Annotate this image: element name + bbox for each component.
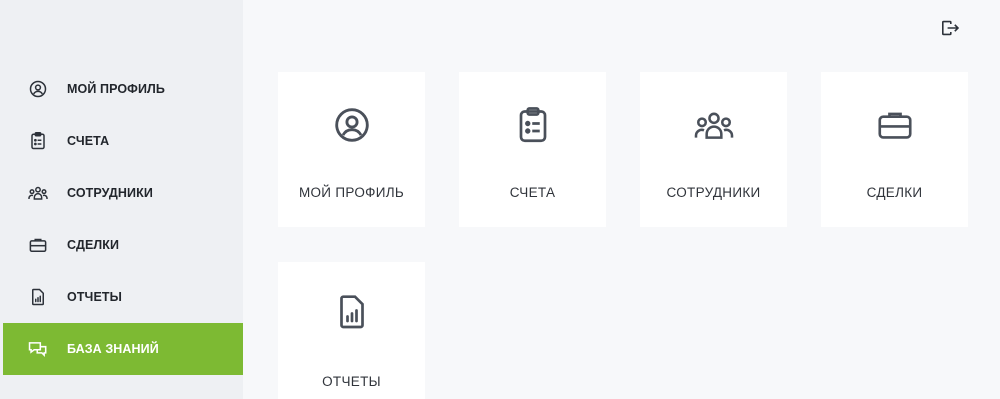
card-reports[interactable]: ОТЧЕТЫ: [278, 262, 425, 399]
sidebar-item-profile[interactable]: МОЙ ПРОФИЛЬ: [3, 63, 243, 115]
card-profile[interactable]: МОЙ ПРОФИЛЬ: [278, 72, 425, 227]
user-circle-icon: [278, 105, 425, 145]
card-label: СЧЕТА: [509, 185, 556, 200]
card-label: СДЕЛКИ: [866, 185, 923, 200]
sidebar-item-label: СЧЕТА: [67, 134, 110, 148]
card-invoices[interactable]: СЧЕТА: [459, 72, 606, 227]
report-chart-icon: [28, 287, 48, 307]
users-group-icon: [28, 183, 48, 203]
sidebar-item-label: СОТРУДНИКИ: [67, 186, 153, 200]
card-employees[interactable]: СОТРУДНИКИ: [640, 72, 787, 227]
sidebar-item-label: ОТЧЕТЫ: [67, 290, 122, 304]
sidebar-item-label: МОЙ ПРОФИЛЬ: [67, 82, 165, 96]
clipboard-list-icon: [459, 105, 606, 145]
sidebar-item-deals[interactable]: СДЕЛКИ: [3, 219, 243, 271]
sidebar-nav: МОЙ ПРОФИЛЬ СЧЕТА СОТРУДНИКИ СДЕЛКИ ОТЧЕ…: [3, 63, 243, 375]
sidebar: МОЙ ПРОФИЛЬ СЧЕТА СОТРУДНИКИ СДЕЛКИ ОТЧЕ…: [0, 0, 243, 399]
card-label: МОЙ ПРОФИЛЬ: [298, 185, 405, 200]
sidebar-item-reports[interactable]: ОТЧЕТЫ: [3, 271, 243, 323]
sidebar-item-knowledge-base[interactable]: БАЗА ЗНАНИЙ: [3, 323, 243, 375]
sidebar-item-label: БАЗА ЗНАНИЙ: [67, 342, 159, 356]
chat-bubbles-icon: [28, 339, 48, 359]
sidebar-item-label: СДЕЛКИ: [67, 238, 120, 252]
card-deals[interactable]: СДЕЛКИ: [821, 72, 968, 227]
users-group-icon: [640, 105, 787, 145]
briefcase-icon: [821, 105, 968, 145]
briefcase-icon: [28, 235, 48, 255]
card-label: ОТЧЕТЫ: [322, 374, 381, 389]
clipboard-list-icon: [28, 131, 48, 151]
report-chart-icon: [278, 292, 425, 332]
logout-icon: [941, 20, 960, 41]
sidebar-item-invoices[interactable]: СЧЕТА: [3, 115, 243, 167]
user-circle-icon: [28, 79, 48, 99]
sidebar-item-employees[interactable]: СОТРУДНИКИ: [3, 167, 243, 219]
logout-button[interactable]: [939, 20, 961, 40]
card-label: СОТРУДНИКИ: [666, 185, 761, 200]
